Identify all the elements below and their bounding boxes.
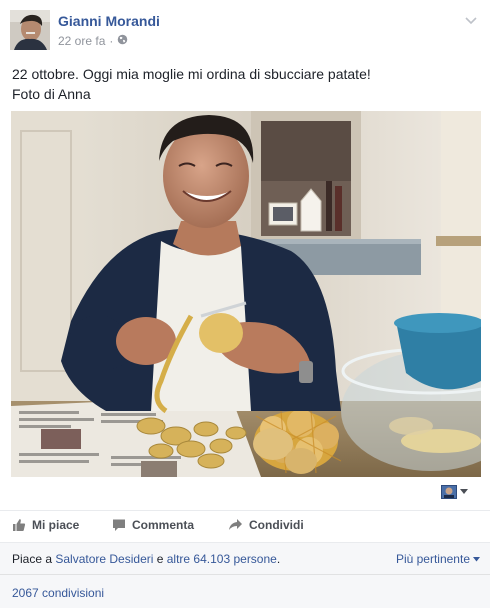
likes-summary: Piace a Salvatore Desideri e altre 64.10… [0, 542, 490, 575]
likes-prefix: Piace a [12, 552, 56, 566]
comment-button[interactable]: Commenta [112, 518, 194, 532]
post-card: Gianni Morandi 22 ore fa · 22 ottobre. O… [0, 0, 490, 608]
caret-down-icon [460, 489, 468, 494]
post-meta: 22 ore fa · [58, 34, 128, 48]
face-selector[interactable] [441, 485, 468, 499]
post-text-line-2: Foto di Anna [12, 86, 91, 102]
chevron-down-icon[interactable] [464, 13, 478, 27]
thumbs-up-icon [13, 519, 26, 531]
likes-suffix: . [276, 552, 281, 566]
share-arrow-icon [229, 519, 242, 530]
profile-thumbnail-icon [441, 485, 457, 499]
author-avatar[interactable] [10, 10, 50, 50]
like-button[interactable]: Mi piace [12, 518, 79, 532]
post-text-line-1: 22 ottobre. Oggi mia moglie mi ordina di… [12, 66, 371, 82]
shares-summary: 2067 condivisioni [0, 574, 490, 608]
comment-label: Commenta [132, 518, 195, 532]
like-label: Mi piace [32, 518, 80, 532]
meta-separator: · [109, 34, 114, 48]
comment-sort-label: Più pertinente [395, 552, 470, 566]
action-bar: Mi piace Commenta Condividi [0, 510, 490, 541]
likes-text: Piace a Salvatore Desideri e altre 64.10… [12, 552, 280, 566]
comment-icon [113, 519, 125, 531]
post-photo[interactable] [11, 111, 481, 477]
likes-conjunction: e [153, 552, 167, 566]
share-button[interactable]: Condividi [228, 518, 304, 532]
other-likers-link[interactable]: altre 64.103 persone [167, 552, 277, 566]
caret-down-icon [473, 556, 480, 561]
shares-count-link[interactable]: 2067 condivisioni [12, 586, 104, 600]
author-name[interactable]: Gianni Morandi [58, 13, 160, 29]
post-time[interactable]: 22 ore fa [58, 34, 105, 48]
share-label: Condividi [249, 518, 304, 532]
liker-name-link[interactable]: Salvatore Desideri [55, 552, 153, 566]
post-text: 22 ottobre. Oggi mia moglie mi ordina di… [12, 64, 478, 104]
globe-icon[interactable] [117, 34, 128, 48]
comment-sort-dropdown[interactable]: Più pertinente [396, 552, 480, 566]
